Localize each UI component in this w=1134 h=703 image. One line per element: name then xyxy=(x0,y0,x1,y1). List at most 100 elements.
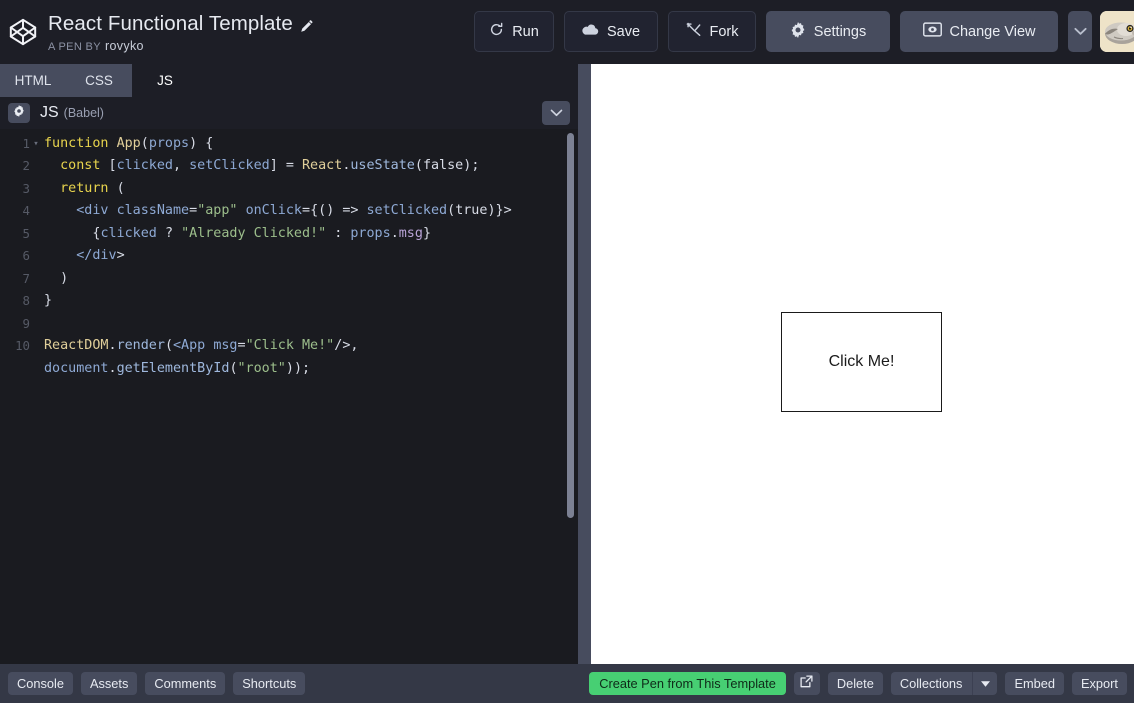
change-view-button-label: Change View xyxy=(949,23,1036,40)
codepen-logo-icon xyxy=(8,17,38,47)
fork-button-label: Fork xyxy=(709,23,739,40)
change-view-button[interactable]: Change View xyxy=(900,11,1058,52)
caret-down-icon xyxy=(972,672,997,695)
collections-dropdown[interactable]: Collections xyxy=(890,672,998,695)
refresh-icon xyxy=(489,22,504,41)
create-pen-from-template-label: Create Pen from This Template xyxy=(599,676,776,691)
delete-button-label: Delete xyxy=(836,676,874,691)
shortcuts-button[interactable]: Shortcuts xyxy=(233,672,306,695)
collections-dropdown-label: Collections xyxy=(899,676,963,691)
line-number: 8 xyxy=(22,293,30,309)
page-title: React Functional Template xyxy=(48,11,293,35)
pufferfish-avatar-image xyxy=(1100,11,1134,52)
pen-author-label: A PEN BY xyxy=(48,40,101,53)
line-number: 7 xyxy=(22,270,30,286)
run-button[interactable]: Run xyxy=(474,11,554,52)
bottom-left-buttons: Console Assets Comments Shortcuts xyxy=(0,672,306,695)
layout-eye-icon xyxy=(922,22,942,41)
fork-icon xyxy=(686,22,702,41)
tab-html-label: HTML xyxy=(14,73,52,88)
export-button[interactable]: Export xyxy=(1072,672,1127,695)
gear-icon xyxy=(790,21,806,42)
editor-panel-title: JS xyxy=(40,104,59,121)
open-in-new-window-button[interactable] xyxy=(793,672,820,695)
console-button[interactable]: Console xyxy=(8,672,73,695)
code-line-text: <div className="app" onClick={() => setC… xyxy=(76,203,512,219)
line-number: 9 xyxy=(22,315,30,331)
code-fold-toggle[interactable]: ▾ xyxy=(30,133,42,155)
embed-button-label: Embed xyxy=(1014,676,1055,691)
tabs-filler xyxy=(198,64,578,97)
gear-icon xyxy=(13,104,25,122)
line-number: 5 xyxy=(22,225,30,241)
pen-author-username[interactable]: rovyko xyxy=(105,39,144,53)
editor-panel-subtitle: (Babel) xyxy=(63,106,104,120)
code-line-text: } xyxy=(44,293,53,309)
code-line: 7 ) xyxy=(0,268,578,290)
code-editor[interactable]: 1 ▾ function App(props) {2 const [clicked,… xyxy=(0,129,578,664)
codepen-logo-link[interactable] xyxy=(0,0,46,64)
more-options-dropdown-button[interactable] xyxy=(1068,11,1092,52)
pen-title-row: React Functional Template xyxy=(48,12,314,36)
editor-language-tabs: HTML CSS JS xyxy=(0,64,578,97)
pen-meta: React Functional Template A PEN BY rovyk… xyxy=(46,12,314,53)
code-line: 5 {clicked ? "Already Clicked!" : props.… xyxy=(0,223,578,245)
code-line: 4 <div className="app" onClick={() => se… xyxy=(0,200,578,222)
code-line-text: function App(props) { xyxy=(44,136,214,151)
line-number: 2 xyxy=(22,158,30,174)
chevron-down-icon xyxy=(1073,23,1087,41)
code-line-text: </div> xyxy=(76,248,125,264)
code-line: 8} xyxy=(0,290,578,312)
assets-button[interactable]: Assets xyxy=(80,672,138,695)
user-avatar[interactable] xyxy=(1100,11,1134,52)
tab-js[interactable]: JS xyxy=(132,64,198,97)
js-settings-gear-button[interactable] xyxy=(8,103,30,123)
export-button-label: Export xyxy=(1081,676,1118,691)
code-line: 6 </div> xyxy=(0,245,578,267)
settings-button-label: Settings xyxy=(813,23,867,40)
delete-button[interactable]: Delete xyxy=(827,672,883,695)
create-pen-from-template-button[interactable]: Create Pen from This Template xyxy=(589,672,786,695)
code-line-text: const [clicked, setClicked] = React.useS… xyxy=(60,158,480,174)
bottom-right-buttons: Create Pen from This Template Delete Col… xyxy=(589,672,1127,695)
editor-vertical-scrollbar[interactable] xyxy=(567,133,574,518)
save-button[interactable]: Save xyxy=(564,11,658,52)
bottom-status-bar: Console Assets Comments Shortcuts Create… xyxy=(0,664,1134,703)
run-button-label: Run xyxy=(512,23,539,40)
comments-button-label: Comments xyxy=(154,676,217,691)
line-number: 3 xyxy=(22,180,30,196)
preview-app-box[interactable]: Click Me! xyxy=(781,312,942,412)
code-line: 10 ReactDOM.render(<App msg="Click Me!"/>… xyxy=(0,335,578,380)
fork-button[interactable]: Fork xyxy=(668,11,756,52)
code-line: 2 const [clicked, setClicked] = React.us… xyxy=(0,155,578,177)
comments-button[interactable]: Comments xyxy=(145,672,226,695)
top-header-bar: React Functional Template A PEN BY rovyk… xyxy=(0,0,1134,64)
tab-html[interactable]: HTML xyxy=(0,64,66,97)
tab-css-label: CSS xyxy=(85,73,113,88)
assets-button-label: Assets xyxy=(89,676,129,691)
line-number: 4 xyxy=(22,203,30,219)
save-button-label: Save xyxy=(606,23,641,40)
code-line: 1 ▾ function App(props) { xyxy=(0,133,578,155)
line-number: 10 xyxy=(15,338,30,354)
code-scroll-viewport: 1 ▾ function App(props) {2 const [clicked,… xyxy=(0,129,578,664)
editor-panel-header: JS (Babel) xyxy=(0,97,578,129)
split-pane-divider[interactable] xyxy=(578,64,591,664)
line-number: 6 xyxy=(22,248,30,264)
settings-button[interactable]: Settings xyxy=(766,11,890,52)
code-line: 9 xyxy=(0,313,578,335)
pencil-icon[interactable] xyxy=(300,19,314,33)
pen-action-toolbar: Run Save Fork Settings Change View xyxy=(474,11,1134,52)
embed-button[interactable]: Embed xyxy=(1005,672,1064,695)
external-link-icon xyxy=(800,674,813,693)
cloud-icon xyxy=(582,23,599,40)
code-line-text: {clicked ? "Already Clicked!" : props.ms… xyxy=(92,225,431,241)
code-line-text: ) xyxy=(60,270,69,286)
code-line: 3 return ( xyxy=(0,178,578,200)
chevron-down-icon xyxy=(550,104,563,122)
tab-js-label: JS xyxy=(157,73,173,88)
tab-css[interactable]: CSS xyxy=(66,64,132,97)
main-split-area: HTML CSS JS JS (Babel) 1 ▾ function App(… xyxy=(0,64,1134,664)
editor-collapse-button[interactable] xyxy=(542,101,570,125)
